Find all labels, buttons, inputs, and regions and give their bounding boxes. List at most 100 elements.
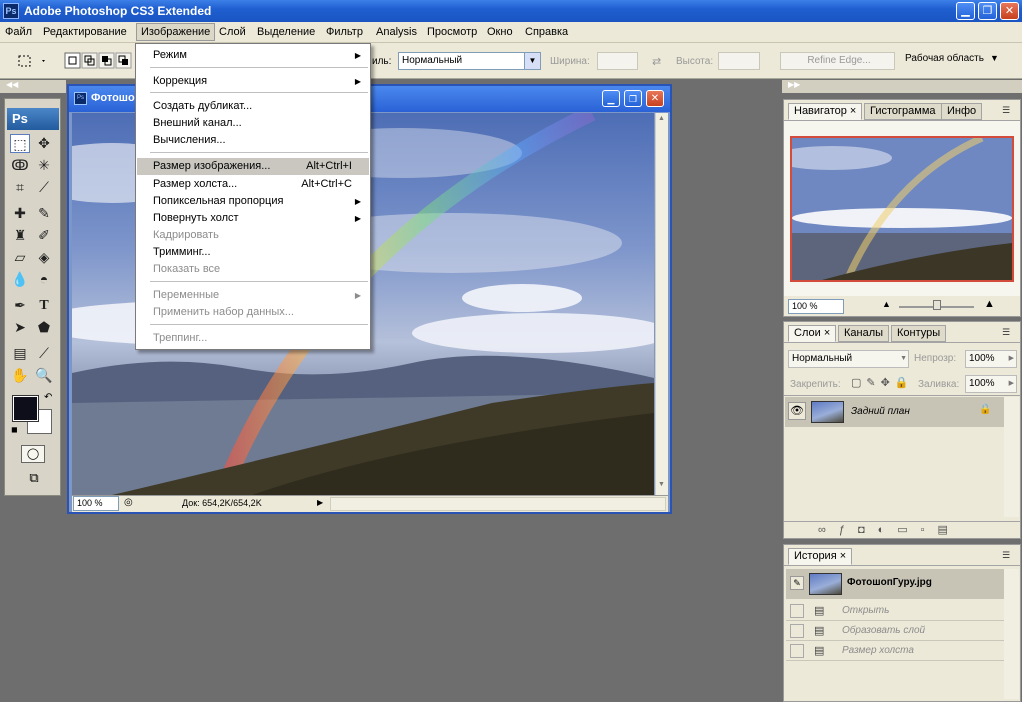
- swap-colors-icon[interactable]: ↶: [44, 392, 52, 403]
- workspace-label[interactable]: Рабочая область: [905, 53, 984, 64]
- menu-file[interactable]: Файл: [0, 25, 37, 39]
- foreground-color-swatch[interactable]: [12, 395, 39, 422]
- menu-analysis[interactable]: Analysis: [371, 25, 422, 39]
- hand-tool-icon[interactable]: ✋: [10, 366, 30, 385]
- visibility-eye-icon[interactable]: 👁: [788, 402, 806, 420]
- screen-mode-icon[interactable]: ⧉: [21, 470, 47, 488]
- menu-item[interactable]: Тримминг...: [137, 244, 369, 261]
- height-input[interactable]: [718, 52, 760, 70]
- navigator-preview[interactable]: [790, 136, 1014, 282]
- menu-edit[interactable]: Редактирование: [38, 25, 132, 39]
- menu-item[interactable]: Размер изображения... Alt+Ctrl+I: [137, 158, 369, 175]
- clone-stamp-tool-icon[interactable]: ♜: [10, 226, 30, 245]
- doc-maximize-button[interactable]: ❐: [624, 90, 642, 107]
- menu-help[interactable]: Справка: [520, 25, 573, 39]
- opacity-input[interactable]: 100% ▶: [965, 350, 1017, 368]
- dodge-tool-icon[interactable]: ◓: [34, 270, 54, 289]
- chevron-down-icon[interactable]: ▼: [900, 351, 907, 367]
- move-tool-icon[interactable]: ✥: [34, 134, 54, 153]
- panel-menu-icon[interactable]: ☰: [1002, 551, 1016, 560]
- history-item[interactable]: ▤ Образовать слой: [786, 621, 1004, 641]
- scroll-up-icon[interactable]: ▲: [658, 115, 665, 122]
- fill-input[interactable]: 100% ▶: [965, 375, 1017, 393]
- path-selection-tool-icon[interactable]: ➤: [10, 318, 30, 337]
- magic-wand-tool-icon[interactable]: ✳: [34, 156, 54, 175]
- slice-tool-icon[interactable]: ⟋: [34, 178, 54, 197]
- menu-layer[interactable]: Слой: [214, 25, 251, 39]
- width-input[interactable]: [597, 52, 638, 70]
- menu-item[interactable]: Размер холста... Alt+Ctrl+C: [137, 176, 369, 193]
- chevron-right-icon[interactable]: ▶: [1009, 376, 1014, 392]
- history-item[interactable]: ▤ Размер холста: [786, 641, 1004, 661]
- workspace-chevron-icon[interactable]: ▼: [990, 53, 999, 63]
- panel-menu-icon[interactable]: ☰: [1002, 328, 1016, 337]
- scroll-down-icon[interactable]: ▼: [658, 481, 665, 488]
- healing-brush-tool-icon[interactable]: ✚: [10, 204, 30, 223]
- menu-item[interactable]: Коррекция ▶: [137, 73, 369, 90]
- lasso-tool-icon[interactable]: ↂ: [10, 156, 30, 175]
- menu-item[interactable]: Попиксельная пропорция ▶: [137, 193, 369, 210]
- history-scrollbar[interactable]: [1004, 569, 1019, 699]
- horizontal-scrollbar[interactable]: [330, 497, 666, 511]
- panel-dock-header[interactable]: ▶▶: [782, 80, 1022, 93]
- menu-item[interactable]: Вычисления...: [137, 132, 369, 149]
- marquee-preset-icon[interactable]: [14, 51, 48, 71]
- menu-item[interactable]: Создать дубликат...: [137, 98, 369, 115]
- tab-histogram[interactable]: Гистограмма: [864, 103, 942, 120]
- menu-view[interactable]: Просмотр: [422, 25, 482, 39]
- paint-bucket-tool-icon[interactable]: ◈: [34, 248, 54, 267]
- close-tab-icon[interactable]: ×: [840, 550, 846, 562]
- status-menu-arrow-icon[interactable]: ▶: [317, 498, 323, 507]
- default-colors-icon[interactable]: ◼: [11, 425, 18, 434]
- menu-filter[interactable]: Фильтр: [321, 25, 368, 39]
- doc-minimize-button[interactable]: ▁: [602, 90, 620, 107]
- doc-close-button[interactable]: ✕: [646, 90, 664, 107]
- lock-options-icons[interactable]: ▢✎✥🔒: [851, 376, 914, 389]
- crop-tool-icon[interactable]: ⌗: [10, 178, 30, 197]
- expand-arrow-icon[interactable]: ▶▶: [788, 80, 800, 89]
- status-options-icon[interactable]: ◎: [124, 497, 133, 508]
- history-snapshot[interactable]: ✎ ФотошопГуру.jpg: [786, 569, 1004, 599]
- vertical-scrollbar[interactable]: ▲ ▼: [655, 113, 668, 495]
- menu-item[interactable]: Режим ▶: [137, 47, 369, 64]
- panel-menu-icon[interactable]: ☰: [1002, 106, 1016, 115]
- menu-item[interactable]: Внешний канал...: [137, 115, 369, 132]
- layer-actions-icons[interactable]: ∞ƒ◘◐▭▫▤: [818, 523, 961, 536]
- close-button[interactable]: ✕: [1000, 2, 1019, 20]
- menu-item[interactable]: Повернуть холст ▶: [137, 210, 369, 227]
- collapse-arrow-icon[interactable]: ◀◀: [6, 80, 18, 89]
- zoom-field[interactable]: 100 %: [73, 496, 119, 511]
- brush-tool-icon[interactable]: ✎: [34, 204, 54, 223]
- zoom-slider-thumb[interactable]: [933, 300, 941, 310]
- tab-paths[interactable]: Контуры: [891, 325, 947, 342]
- minimize-button[interactable]: ▁: [956, 2, 975, 20]
- history-brush-source-icon[interactable]: ✎: [790, 576, 804, 590]
- zoom-in-icon[interactable]: ▲: [984, 298, 995, 310]
- type-tool-icon[interactable]: T: [34, 296, 54, 315]
- eyedropper-tool-icon[interactable]: ⟋: [34, 344, 54, 363]
- tab-layers[interactable]: Слои ×: [788, 325, 837, 342]
- menu-window[interactable]: Окно: [482, 25, 518, 39]
- tab-history[interactable]: История ×: [788, 548, 853, 565]
- swap-icon[interactable]: ⇄: [652, 55, 661, 68]
- maximize-button[interactable]: ❐: [978, 2, 997, 20]
- chevron-right-icon[interactable]: ▶: [1009, 351, 1014, 367]
- shape-tool-icon[interactable]: ⬟: [34, 318, 54, 337]
- blur-tool-icon[interactable]: 💧: [10, 270, 30, 289]
- close-tab-icon[interactable]: ×: [850, 105, 856, 117]
- history-item[interactable]: ▤ Открыть: [786, 601, 1004, 621]
- layer-row[interactable]: 👁 Задний план 🔒: [785, 397, 1004, 427]
- chevron-down-icon[interactable]: ▼: [524, 53, 540, 69]
- navigator-zoom-field[interactable]: 100 %: [788, 299, 844, 314]
- tab-navigator[interactable]: Навигатор ×: [788, 103, 863, 120]
- layers-scrollbar[interactable]: [1004, 397, 1019, 517]
- rect-marquee-tool-icon[interactable]: ⬚: [10, 134, 30, 153]
- zoom-out-icon[interactable]: ▲: [882, 299, 891, 309]
- tab-channels[interactable]: Каналы: [838, 325, 890, 342]
- toolbox-header[interactable]: ◀◀: [0, 80, 66, 93]
- blend-mode-select[interactable]: Нормальный ▼: [788, 350, 909, 368]
- notes-tool-icon[interactable]: ▤: [10, 344, 30, 363]
- layer-name[interactable]: Задний план: [851, 406, 910, 417]
- eraser-tool-icon[interactable]: ▱: [10, 248, 30, 267]
- tab-info[interactable]: Инфо: [941, 103, 983, 120]
